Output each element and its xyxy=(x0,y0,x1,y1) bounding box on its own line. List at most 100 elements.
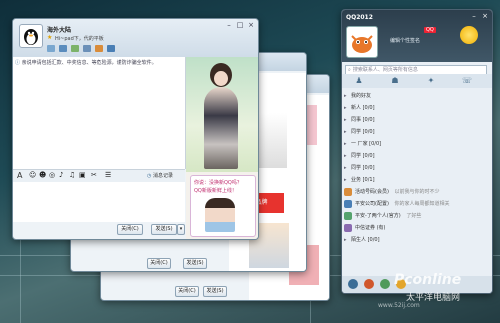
contact-note: 你的家人每周都知道相关 xyxy=(394,201,450,207)
expand-icon: ▸ xyxy=(344,165,347,171)
avatar[interactable] xyxy=(346,26,378,58)
group-row[interactable]: ▸ 同学 [0/0] xyxy=(344,162,486,174)
group-row[interactable]: ▸ 新人 [0/0] xyxy=(344,102,486,114)
background-line xyxy=(20,240,21,323)
contact-name: 平安-了两个人(官方) xyxy=(355,213,401,219)
music-icon[interactable]: ♫ xyxy=(69,171,75,179)
screenshot-icon[interactable]: ✂ xyxy=(91,171,97,179)
watermark-logo: Pconline 太平洋电脑网 www.52ij.com xyxy=(376,272,496,312)
info-icon: ⓘ xyxy=(15,60,21,66)
close-button[interactable]: 关闭(C) xyxy=(117,224,143,235)
image-icon[interactable]: ▣ xyxy=(79,171,86,179)
ad-panel: 你说：没换新QQ吗？ QQ新版新鲜上线！ xyxy=(186,57,258,239)
avatar xyxy=(344,211,352,220)
tab-recent-icon[interactable]: ☏ xyxy=(460,76,474,86)
send-options-button[interactable]: ▾ xyxy=(177,224,185,235)
send-button[interactable]: 发送(S) xyxy=(183,258,207,269)
app-icon[interactable] xyxy=(95,45,103,52)
list-item[interactable]: 中信证券 (有) xyxy=(344,223,486,234)
close-icon[interactable]: × xyxy=(481,12,489,20)
notice-text: 亲说申请包括汇款、中奖信息、等危险源，谨防诈骗全软件。 xyxy=(21,60,157,66)
contact-name: 海外大陆 xyxy=(47,27,72,34)
emoji-icon[interactable]: ☺ xyxy=(29,171,36,179)
screen-icon[interactable] xyxy=(83,45,91,52)
qq-menu-icon[interactable] xyxy=(348,279,358,289)
title-bar[interactable]: 海外大陆 Hi~pad下，代的平板 ★ – □ × xyxy=(13,19,258,57)
level-badge[interactable]: QQ xyxy=(424,27,436,33)
wink-icon[interactable]: ☻ xyxy=(39,171,46,179)
contact-name: 活动号码(会员) xyxy=(355,189,389,195)
group-label: 一 厂家 [0/0] xyxy=(351,141,382,147)
voice-msg-icon[interactable]: ♪ xyxy=(59,171,63,179)
maximize-icon[interactable]: □ xyxy=(236,21,244,29)
qq-main-panel[interactable]: QQ2012 – × QQ 编辑个性签名 ⌕ 搜索联系人、网页等所有信息 ♟ ☗ … xyxy=(341,9,493,294)
tab-apps-icon[interactable]: ✦ xyxy=(424,76,438,86)
notice-bar: ⓘ 亲说申请包括汇款、中奖信息、等危险源，谨防诈骗全软件。 xyxy=(15,59,183,67)
font-button[interactable]: A xyxy=(17,171,22,180)
search-icon: ⌕ xyxy=(348,67,351,73)
voice-icon[interactable] xyxy=(59,45,67,52)
signature[interactable]: 编辑个性签名 xyxy=(390,37,420,44)
contact-note: 了好些 xyxy=(406,213,422,219)
more-tools-icon[interactable]: ☰ xyxy=(105,171,111,179)
avatar[interactable] xyxy=(19,24,43,48)
list-item[interactable]: 平安公司(配置) 你的家人每周都知道相关 xyxy=(344,199,486,210)
minimize-icon[interactable]: – xyxy=(470,12,478,20)
send-button[interactable]: 发送(S) xyxy=(151,224,177,235)
expand-icon: ▸ xyxy=(344,237,347,243)
group-row[interactable]: ▸ 同学 [0/0] xyxy=(344,150,486,162)
close-button[interactable]: 关闭(C) xyxy=(175,286,199,297)
promo-line-2: QQ新版新鲜上线！ xyxy=(194,188,237,194)
file-icon[interactable] xyxy=(71,45,79,52)
expand-icon: ▸ xyxy=(344,141,347,147)
group-row[interactable]: ▸ 业务 [0/1] xyxy=(344,174,486,186)
message-input[interactable] xyxy=(13,182,185,222)
promo-line-1: 你说：没换新QQ吗？ xyxy=(194,180,242,186)
video-icon[interactable] xyxy=(47,45,55,52)
expand-icon: ▸ xyxy=(344,177,347,183)
shake-icon[interactable]: ◎ xyxy=(49,171,55,179)
group-row[interactable]: ▸ 同学 [0/0] xyxy=(344,126,486,138)
minimize-icon[interactable]: – xyxy=(225,21,233,29)
group-label: 同学 [0/0] xyxy=(351,129,375,135)
group-row[interactable]: ▸ 一 厂家 [0/0] xyxy=(344,138,486,150)
expand-icon: ▸ xyxy=(344,93,347,99)
settings-icon[interactable] xyxy=(364,279,374,289)
close-button[interactable]: 关闭(C) xyxy=(147,258,171,269)
send-button[interactable]: 发送(S) xyxy=(203,286,227,297)
contact-name: 陌生人 [0/0] xyxy=(351,237,380,243)
expand-icon: ▸ xyxy=(344,129,347,135)
expand-icon: ▸ xyxy=(344,117,347,123)
group-label: 同学 [0/0] xyxy=(351,165,375,171)
tab-contacts-icon[interactable]: ♟ xyxy=(352,76,366,86)
contact-note: 以前我与你的时不少 xyxy=(394,189,440,195)
more-icon[interactable] xyxy=(107,45,115,52)
penguin-icon xyxy=(24,29,38,45)
panel-tabs: ♟ ☗ ✦ ☏ xyxy=(342,74,492,88)
ad-image xyxy=(214,71,228,86)
cartoon-avatar-icon xyxy=(351,35,373,53)
close-icon[interactable]: × xyxy=(247,21,255,29)
history-label: 消息记录 xyxy=(152,173,173,179)
history-button[interactable]: ◷ 消息记录 xyxy=(147,172,173,179)
ad-image xyxy=(205,198,235,232)
panel-title: QQ2012 xyxy=(346,14,373,21)
contact-name: 中信证券 (有) xyxy=(355,225,386,231)
group-row[interactable]: ▸ 我的好友 xyxy=(344,90,486,102)
weather-sun-icon[interactable] xyxy=(460,26,478,44)
avatar xyxy=(344,199,352,208)
avatar xyxy=(344,223,352,232)
chat-window-front[interactable]: 海外大陆 Hi~pad下，代的平板 ★ – □ × ⓘ 亲说申请包括汇款、中奖信… xyxy=(12,18,259,240)
list-item[interactable]: 活动号码(会员) 以前我与你的时不少 xyxy=(344,187,486,198)
watermark-main: Pconline xyxy=(394,272,462,288)
contact-status: Hi~pad下，代的平板 xyxy=(55,36,104,42)
group-row[interactable]: ▸ 同事 [0/0] xyxy=(344,114,486,126)
avatar xyxy=(344,187,352,196)
group-label: 新人 [0/0] xyxy=(351,105,375,111)
list-item[interactable]: 平安-了两个人(官方) 了好些 xyxy=(344,211,486,222)
message-area[interactable]: ⓘ 亲说申请包括汇款、中奖信息、等危险源，谨防诈骗全软件。 xyxy=(13,57,186,169)
group-label: 同学 [0/0] xyxy=(351,153,375,159)
tab-groups-icon[interactable]: ☗ xyxy=(388,76,402,86)
list-item[interactable]: ▸ 陌生人 [0/0] xyxy=(344,235,486,246)
chat-toolbar xyxy=(47,45,115,52)
